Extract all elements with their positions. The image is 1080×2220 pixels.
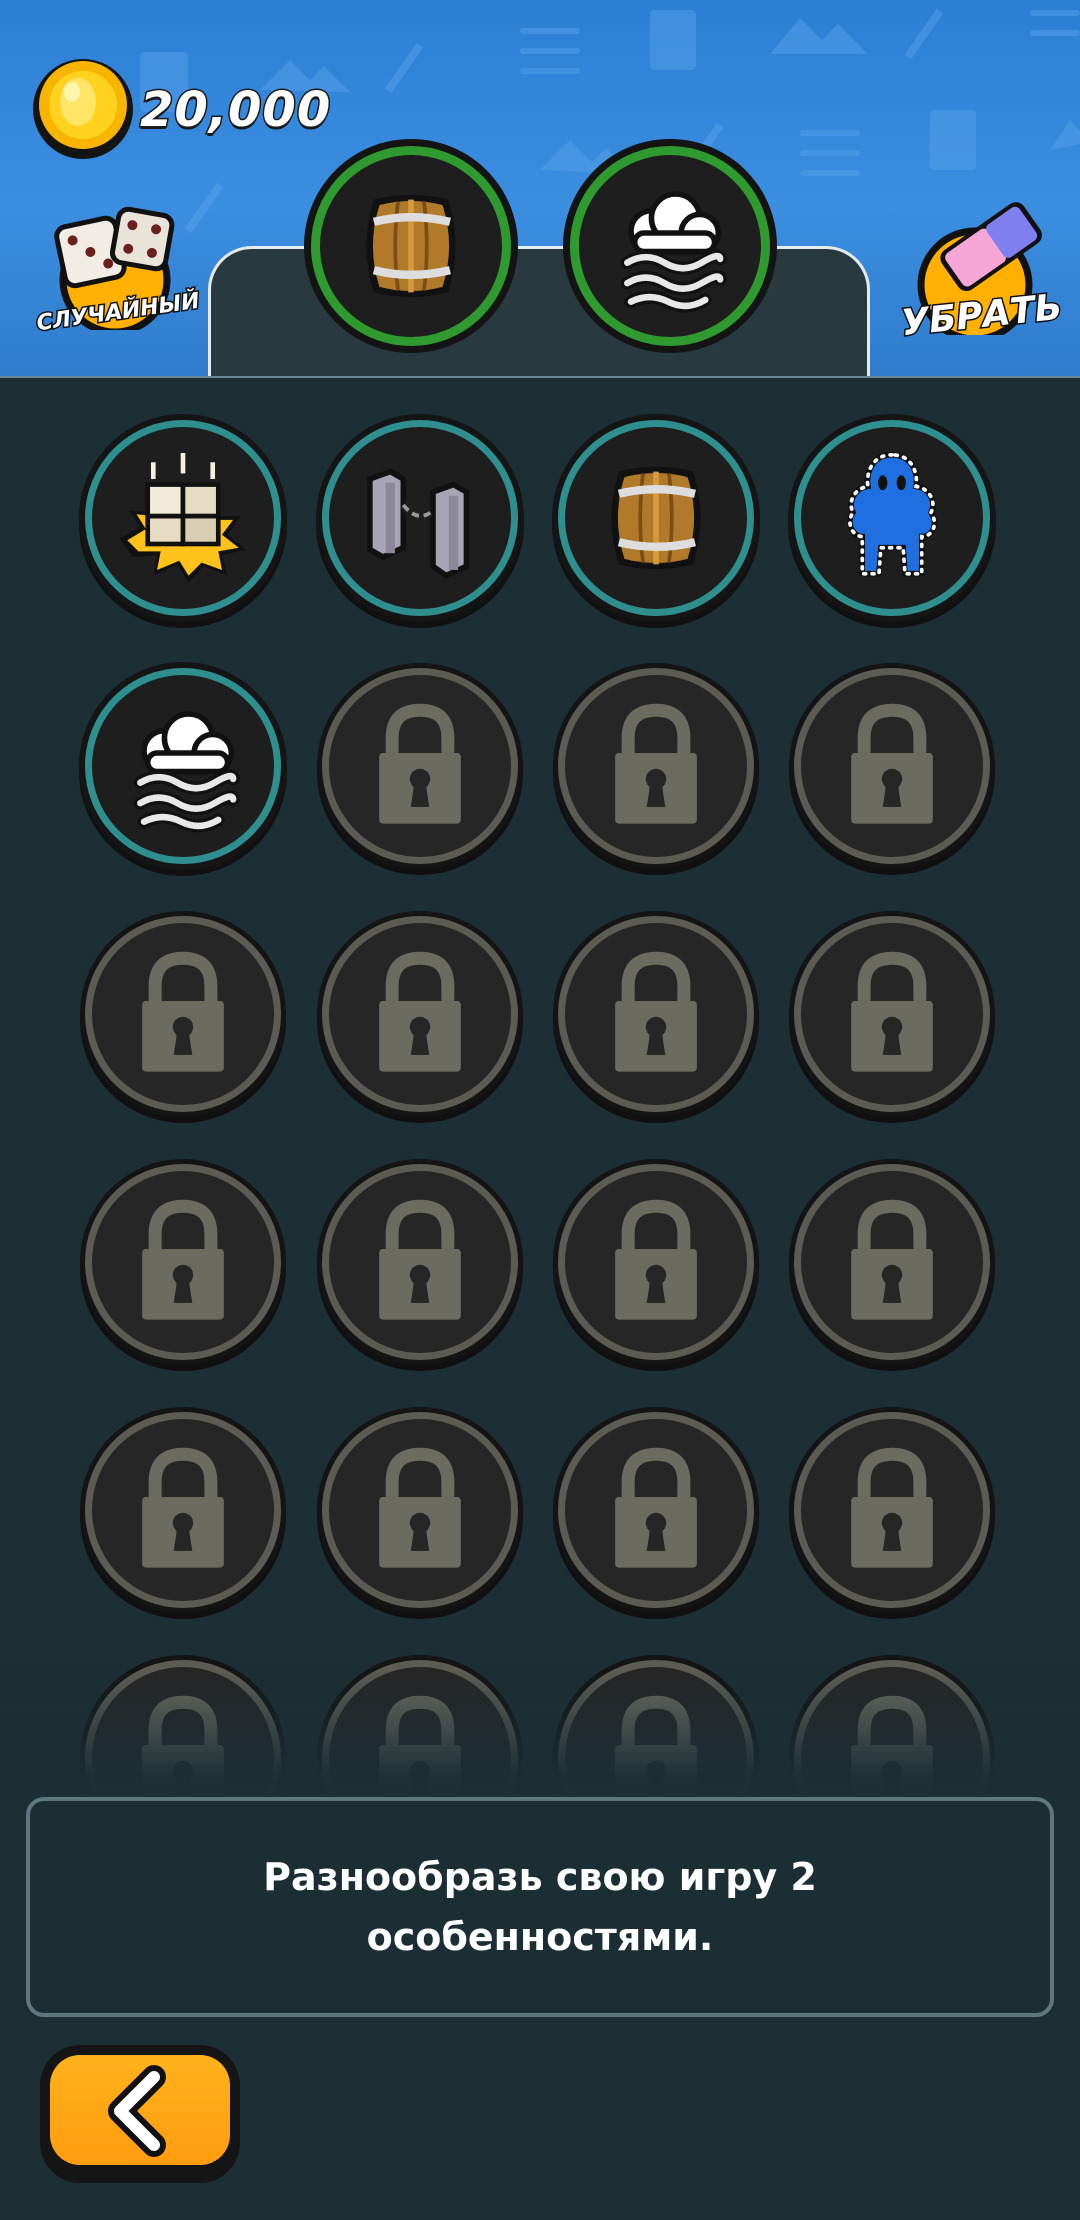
locked-feature-slot[interactable] bbox=[85, 916, 281, 1112]
locked-feature-slot[interactable] bbox=[794, 668, 990, 864]
locked-feature-slot[interactable] bbox=[322, 668, 518, 864]
feature-slot-ghost[interactable] bbox=[794, 420, 990, 616]
coin-amount: 20,000 bbox=[138, 81, 332, 140]
feature-slot-barrel[interactable] bbox=[558, 420, 754, 616]
coin-icon bbox=[33, 59, 133, 159]
info-panel: Разнообразь свою игру 2 особенностями. bbox=[26, 1797, 1054, 2017]
lock-icon bbox=[142, 1199, 224, 1320]
lock-icon bbox=[615, 951, 697, 1072]
ghost-icon bbox=[847, 452, 938, 577]
locked-feature-slot[interactable] bbox=[794, 1412, 990, 1608]
feature-slot-chained-posts[interactable] bbox=[322, 420, 518, 616]
fog-icon bbox=[620, 191, 727, 313]
feature-slot-pillars[interactable] bbox=[85, 420, 281, 616]
lock-icon bbox=[142, 951, 224, 1072]
lock-icon bbox=[851, 703, 933, 824]
locked-feature-slot[interactable] bbox=[322, 916, 518, 1112]
lock-icon bbox=[851, 1447, 933, 1568]
locked-feature-slot[interactable] bbox=[322, 1164, 518, 1360]
back-button-face bbox=[50, 2055, 230, 2165]
locked-feature-slot[interactable] bbox=[322, 1412, 518, 1608]
locked-feature-slot[interactable] bbox=[558, 1164, 754, 1360]
selected-slot-barrel[interactable] bbox=[311, 146, 511, 346]
header-divider bbox=[0, 376, 1080, 378]
feature-grid bbox=[0, 380, 1080, 1800]
pillars-icon bbox=[119, 453, 247, 583]
lock-icon bbox=[615, 1199, 697, 1320]
barrel-icon bbox=[366, 194, 456, 298]
lock-icon bbox=[379, 1199, 461, 1320]
locked-feature-slot[interactable] bbox=[558, 916, 754, 1112]
locked-feature-slot[interactable] bbox=[794, 1164, 990, 1360]
locked-feature-slot[interactable] bbox=[794, 916, 990, 1112]
locked-feature-slot[interactable] bbox=[558, 668, 754, 864]
locked-feature-slot[interactable] bbox=[85, 1164, 281, 1360]
lock-icon bbox=[615, 1447, 697, 1568]
lock-icon bbox=[142, 1447, 224, 1568]
lock-icon bbox=[851, 951, 933, 1072]
grid-fade bbox=[0, 1670, 1080, 1800]
lock-icon bbox=[851, 1199, 933, 1320]
info-text: Разнообразь свою игру 2 особенностями. bbox=[263, 1855, 817, 1959]
lock-icon bbox=[615, 703, 697, 824]
locked-feature-slot[interactable] bbox=[85, 1412, 281, 1608]
selected-tray bbox=[208, 246, 870, 378]
locked-feature-slot[interactable] bbox=[558, 1412, 754, 1608]
selected-slot-fog[interactable] bbox=[570, 146, 770, 346]
remove-button[interactable]: УБРАТЬ bbox=[895, 185, 1070, 365]
feature-slot-fog[interactable] bbox=[85, 668, 281, 864]
coin-counter: 20,000 bbox=[28, 52, 332, 172]
lock-icon bbox=[379, 703, 461, 824]
chevron-left-icon bbox=[108, 2065, 166, 2157]
lock-icon bbox=[379, 1447, 461, 1568]
top-bar: 20,000 СЛУЧАЙНЫЙ УБРАТЬ bbox=[0, 0, 1080, 378]
barrel-icon bbox=[611, 466, 701, 570]
back-button[interactable] bbox=[40, 2045, 240, 2183]
chained-posts-icon bbox=[367, 468, 470, 579]
lock-icon bbox=[379, 951, 461, 1072]
random-button[interactable]: СЛУЧАЙНЫЙ bbox=[30, 200, 203, 360]
fog-icon bbox=[133, 711, 240, 833]
